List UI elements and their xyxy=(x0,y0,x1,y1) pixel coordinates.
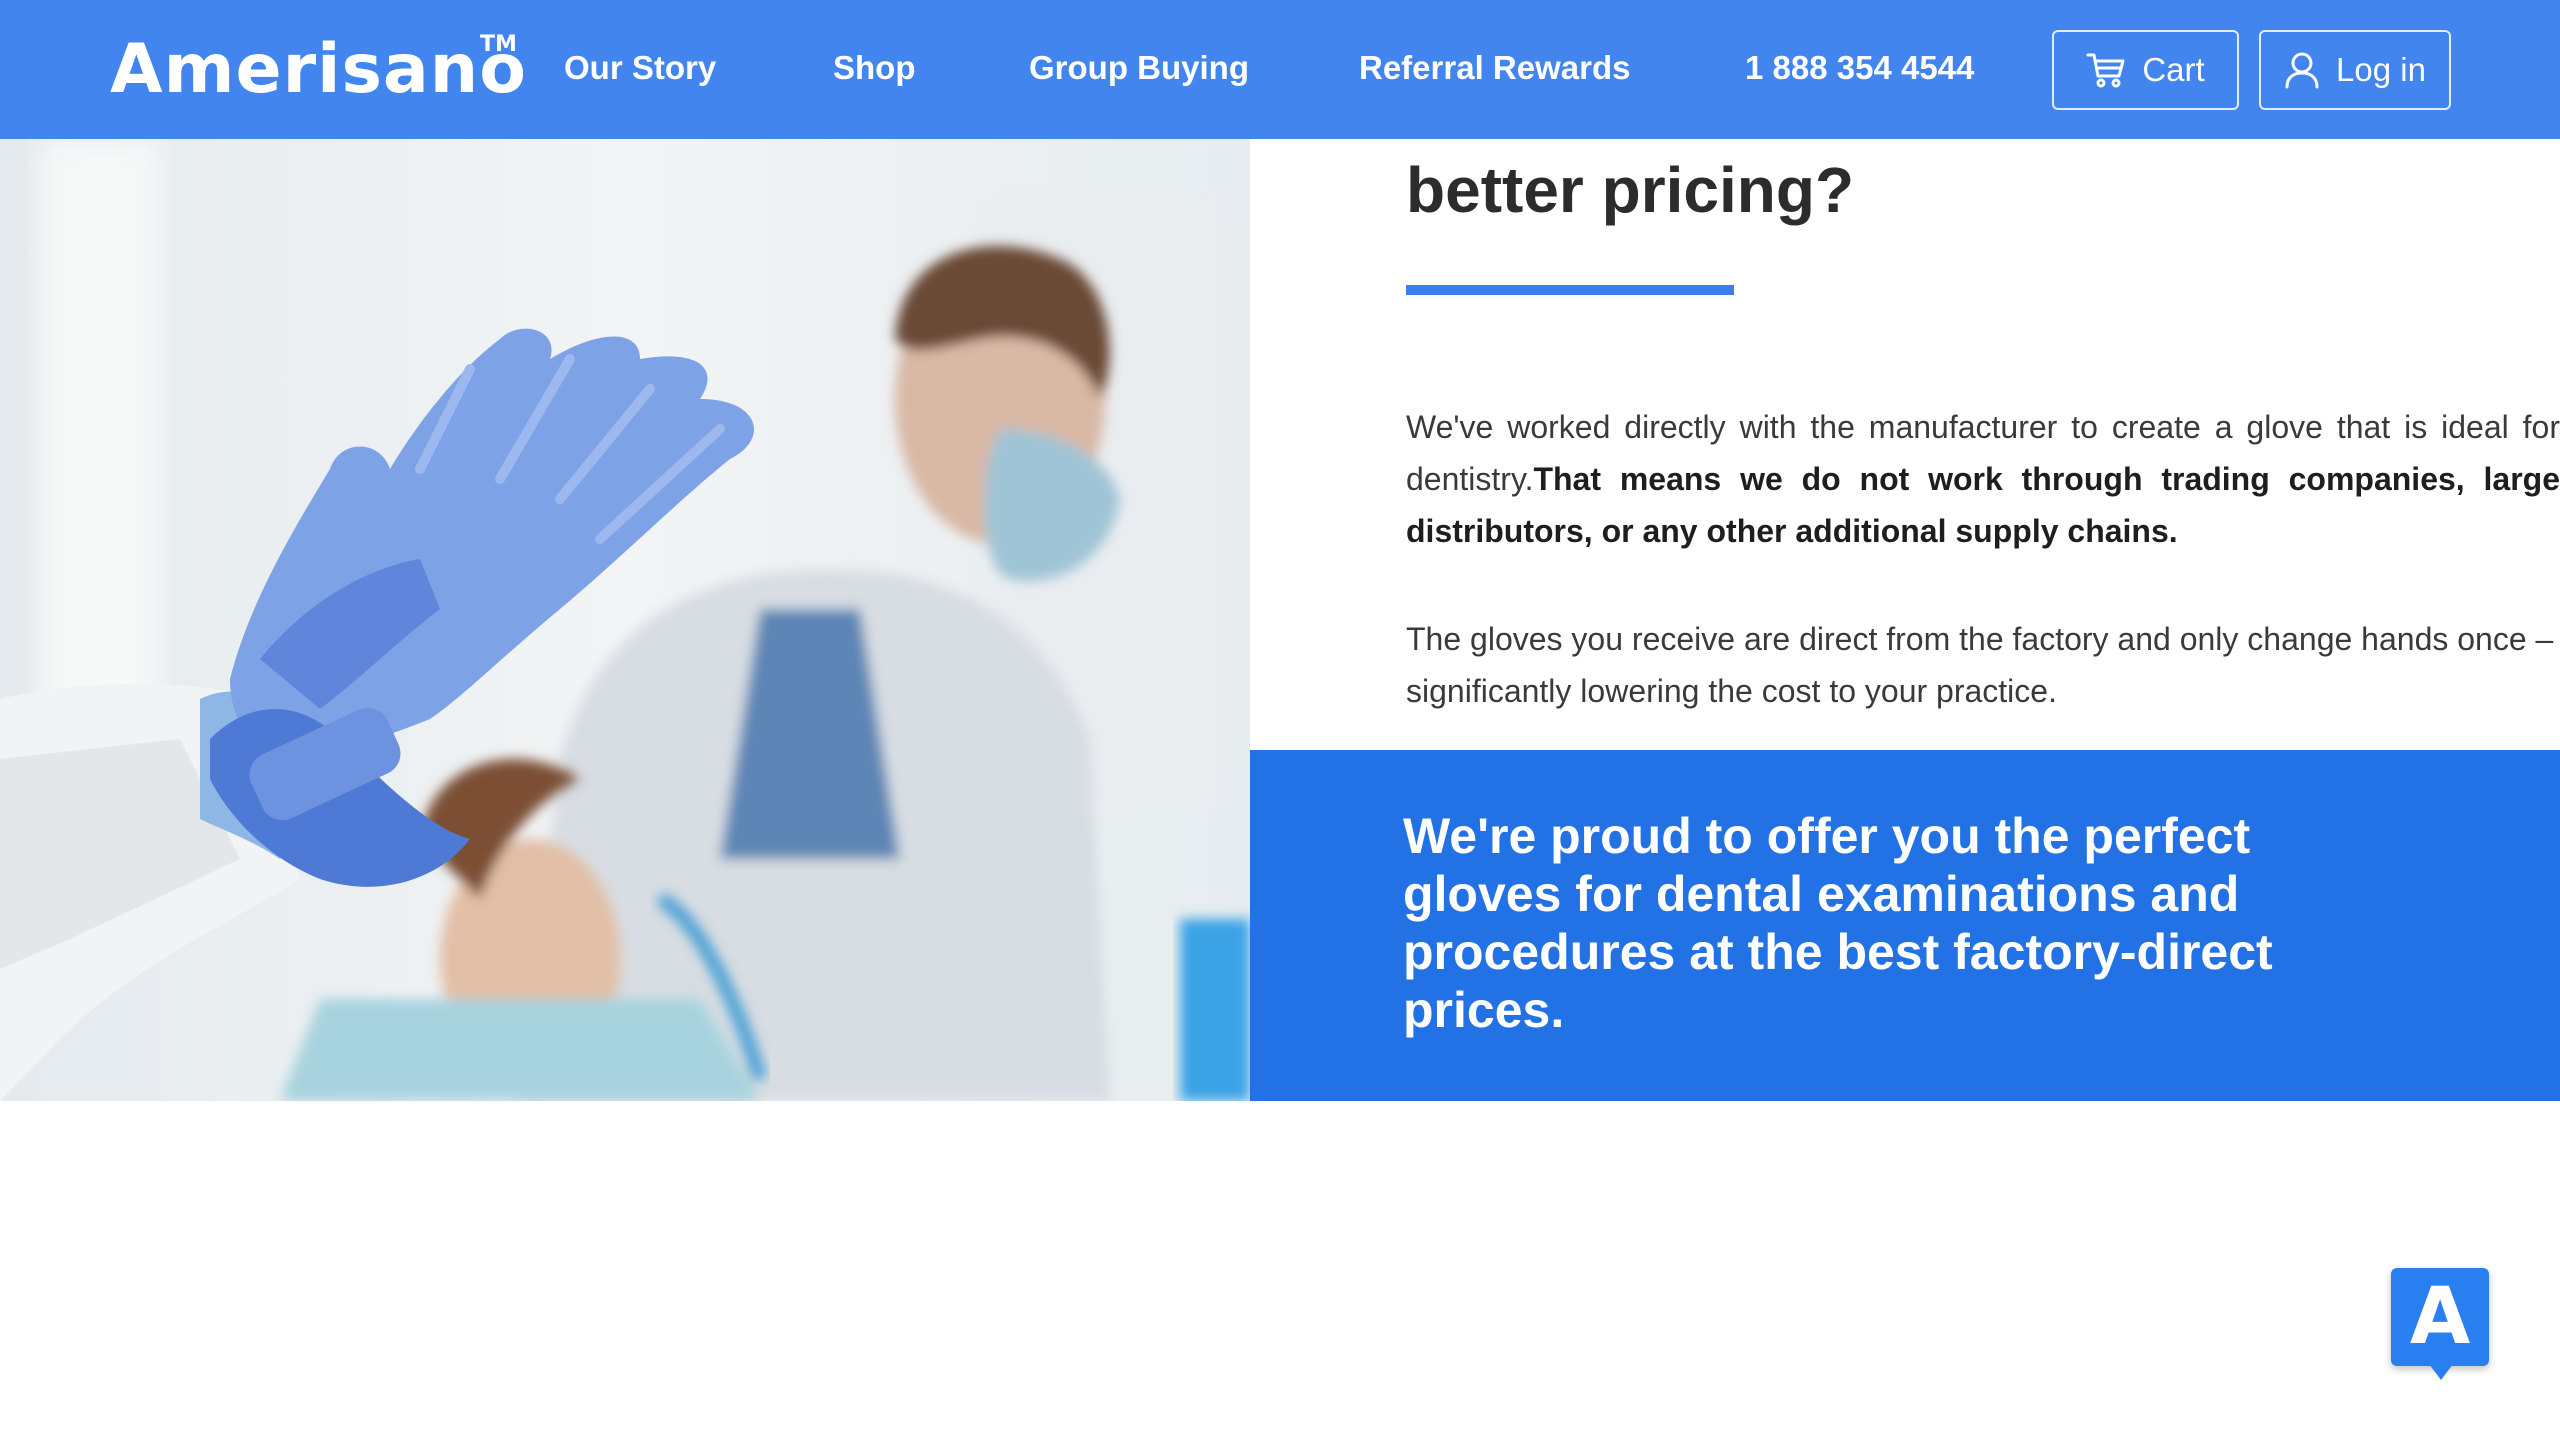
site-header: Amerisano TM Our Story Shop Group Buying… xyxy=(0,0,2560,139)
section-heading: better pricing? xyxy=(1406,154,1855,226)
paragraph-factory-direct: The gloves you receive are direct from t… xyxy=(1406,621,2554,709)
user-icon xyxy=(2284,51,2320,89)
badge-letter: A xyxy=(2409,1272,2471,1362)
callout-text: We're proud to offer you the perfect glo… xyxy=(1403,808,2273,1038)
nav-phone-number[interactable]: 1 888 354 4544 xyxy=(1745,46,1974,90)
nav-referral-rewards[interactable]: Referral Rewards xyxy=(1359,46,1630,90)
callout-banner: We're proud to offer you the perfect glo… xyxy=(1250,750,2560,1101)
dentist-gloves-photo xyxy=(0,139,1250,1101)
logo-trademark: TM xyxy=(480,32,517,57)
site-logo[interactable]: Amerisano TM xyxy=(110,28,527,112)
cart-label: Cart xyxy=(2142,51,2205,88)
login-button[interactable]: Log in xyxy=(2259,30,2451,110)
hero-photo xyxy=(0,139,1250,1101)
cart-button[interactable]: Cart xyxy=(2052,30,2239,110)
paragraph-manufacturer-bold: That means we do not work through tradin… xyxy=(1406,461,2560,549)
paragraph-manufacturer: We've worked directly with the manufactu… xyxy=(1406,401,2560,557)
nav-group-buying[interactable]: Group Buying xyxy=(1029,46,1249,90)
logo-text: Amerisano xyxy=(110,30,527,109)
nav-shop[interactable]: Shop xyxy=(833,46,915,90)
heading-divider xyxy=(1406,285,1734,295)
cart-icon xyxy=(2086,52,2126,88)
nav-our-story[interactable]: Our Story xyxy=(564,46,716,90)
accessibility-widget-button[interactable]: A xyxy=(2391,1268,2489,1380)
login-label: Log in xyxy=(2336,51,2426,88)
